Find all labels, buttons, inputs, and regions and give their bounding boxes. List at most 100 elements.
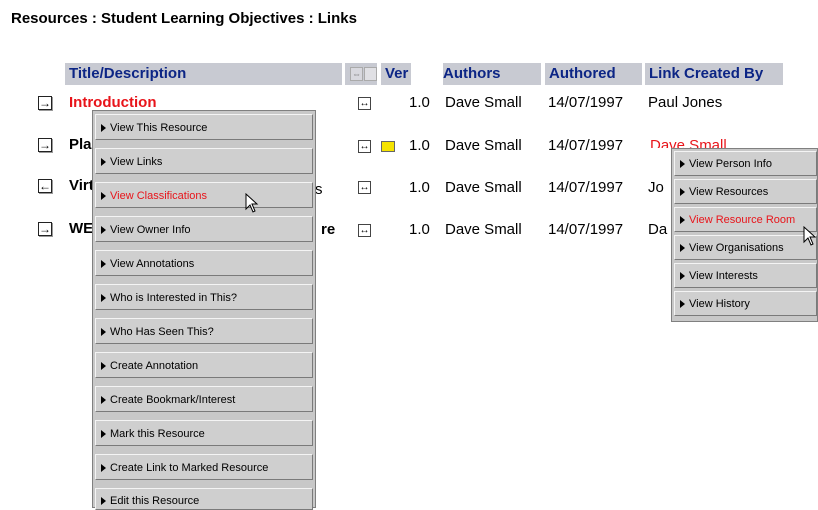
menu-arrow-icon: [680, 160, 685, 168]
menu-arrow-icon: [101, 226, 106, 234]
menu-arrow-icon: [680, 300, 685, 308]
menu-item-label: View This Resource: [110, 122, 208, 134]
mouse-pointer-icon: [803, 226, 817, 246]
menu-view-this-resource[interactable]: View This Resource: [95, 114, 313, 140]
menu-arrow-icon: [101, 497, 106, 505]
menu-item-label: View Person Info: [689, 158, 772, 170]
menu-item-label: View Owner Info: [110, 224, 191, 236]
menu-arrow-icon: [101, 294, 106, 302]
menu-arrow-icon: [101, 362, 106, 370]
row-author[interactable]: Dave Small: [445, 220, 522, 240]
menu-view-history[interactable]: View History: [674, 291, 817, 316]
menu-item-label: View Classifications: [110, 190, 208, 202]
row-author[interactable]: Dave Small: [445, 178, 522, 198]
menu-item-label: View Resources: [689, 186, 769, 198]
bidirectional-link-icon[interactable]: ↔: [358, 224, 371, 237]
row-ver: 1.0: [409, 137, 430, 154]
row-created-by[interactable]: Da: [648, 220, 667, 240]
menu-arrow-icon: [680, 272, 685, 280]
row-author[interactable]: Dave Small: [445, 93, 522, 113]
row-ver: 1.0: [409, 94, 430, 111]
menu-view-owner-info[interactable]: View Owner Info: [95, 216, 313, 242]
menu-arrow-icon: [101, 260, 106, 268]
row-date: 14/07/1997: [548, 221, 624, 238]
menu-create-bookmark[interactable]: Create Bookmark/Interest: [95, 386, 313, 412]
menu-view-resources[interactable]: View Resources: [674, 179, 817, 204]
menu-create-annotation[interactable]: Create Annotation: [95, 352, 313, 378]
menu-edit-resource[interactable]: Edit this Resource: [95, 488, 313, 510]
menu-item-label: Create Annotation: [110, 360, 199, 372]
mouse-pointer-icon: [245, 193, 259, 213]
menu-view-interests[interactable]: View Interests: [674, 263, 817, 288]
menu-item-label: View Interests: [689, 270, 758, 282]
menu-view-organisations[interactable]: View Organisations: [674, 235, 817, 260]
menu-view-resource-room[interactable]: View Resource Room: [674, 207, 817, 232]
row-created-by[interactable]: Jo: [648, 178, 664, 198]
row-date: 14/07/1997: [548, 137, 624, 154]
menu-who-is-interested[interactable]: Who is Interested in This?: [95, 284, 313, 310]
row-date: 14/07/1997: [548, 179, 624, 196]
row-title-link[interactable]: Virt: [69, 176, 94, 196]
menu-item-label: View Annotations: [110, 258, 195, 270]
menu-create-link-to-marked[interactable]: Create Link to Marked Resource: [95, 454, 313, 480]
menu-view-classifications[interactable]: View Classifications: [95, 182, 313, 208]
menu-arrow-icon: [101, 158, 106, 166]
bidirectional-link-icon[interactable]: ↔: [358, 97, 371, 110]
menu-arrow-icon: [680, 188, 685, 196]
header-title-label: Title/Description: [69, 65, 187, 82]
menu-arrow-icon: [680, 216, 685, 224]
forward-link-icon[interactable]: →: [38, 222, 52, 236]
row-title-link[interactable]: WE: [69, 219, 93, 239]
menu-item-label: Create Bookmark/Interest: [110, 394, 236, 406]
row-ver: 1.0: [409, 179, 430, 196]
menu-item-label: View Organisations: [689, 242, 784, 254]
header-ver[interactable]: Ver: [381, 63, 411, 85]
menu-item-label: Create Link to Marked Resource: [110, 462, 269, 474]
menu-item-label: View Resource Room: [689, 214, 796, 226]
row-created-by[interactable]: Dave Small: [650, 136, 727, 148]
menu-arrow-icon: [680, 244, 685, 252]
back-link-icon[interactable]: ←: [38, 179, 52, 193]
menu-who-has-seen[interactable]: Who Has Seen This?: [95, 318, 313, 344]
forward-link-icon[interactable]: →: [38, 138, 52, 152]
breadcrumb: Resources : Student Learning Objectives …: [11, 10, 357, 27]
row-title-tail: re: [321, 221, 336, 238]
menu-item-label: View Links: [110, 156, 163, 168]
menu-view-person-info[interactable]: View Person Info: [674, 151, 817, 176]
link-type-header-icon: ⇔: [350, 67, 363, 81]
header-authors-label: Authors: [443, 65, 501, 82]
row-title-tail: s: [315, 181, 323, 198]
note-header-icon: [364, 67, 377, 81]
menu-view-links[interactable]: View Links: [95, 148, 313, 174]
header-authored[interactable]: Authored: [545, 63, 642, 85]
row-ver: 1.0: [409, 221, 430, 238]
menu-item-label: Who is Interested in This?: [110, 292, 237, 304]
header-authored-label: Authored: [549, 65, 616, 82]
header-created-by-label: Link Created By: [649, 65, 764, 82]
menu-arrow-icon: [101, 328, 106, 336]
menu-arrow-icon: [101, 464, 106, 472]
menu-item-label: Mark this Resource: [110, 428, 205, 440]
menu-arrow-icon: [101, 124, 106, 132]
resource-context-menu: View This Resource View Links View Class…: [92, 110, 316, 510]
bidirectional-link-icon[interactable]: ↔: [358, 181, 371, 194]
header-title[interactable]: Title/Description: [65, 63, 342, 85]
row-author[interactable]: Dave Small: [445, 136, 522, 156]
person-context-menu: View Person Info View Resources View Res…: [671, 148, 818, 322]
header-ver-label: Ver: [385, 65, 409, 82]
menu-item-label: View History: [689, 298, 750, 310]
menu-item-label: Who Has Seen This?: [110, 326, 214, 338]
menu-view-annotations[interactable]: View Annotations: [95, 250, 313, 276]
row-title-link[interactable]: Pla: [69, 135, 92, 155]
row-date: 14/07/1997: [548, 94, 624, 111]
header-created-by[interactable]: Link Created By: [645, 63, 783, 85]
menu-arrow-icon: [101, 430, 106, 438]
header-authors[interactable]: Authors: [443, 63, 541, 85]
menu-item-label: Edit this Resource: [110, 495, 200, 507]
row-created-by[interactable]: Paul Jones: [648, 93, 722, 113]
forward-link-icon[interactable]: →: [38, 96, 52, 110]
bidirectional-link-icon[interactable]: ↔: [358, 140, 371, 153]
menu-mark-resource[interactable]: Mark this Resource: [95, 420, 313, 446]
menu-arrow-icon: [101, 192, 106, 200]
annotation-note-icon[interactable]: [381, 141, 395, 152]
